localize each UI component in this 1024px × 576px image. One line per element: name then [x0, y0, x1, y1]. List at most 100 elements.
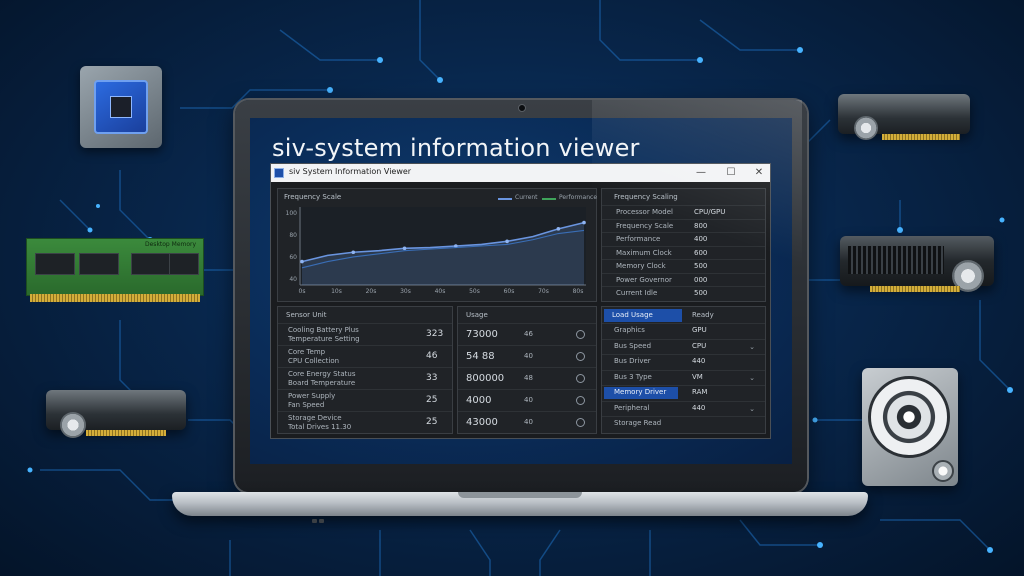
status-circle-icon — [576, 374, 585, 383]
window-titlebar[interactable]: siv System Information Viewer — ☐ ✕ — [271, 164, 770, 182]
usage-value: 800000 — [466, 373, 505, 384]
graphics-card-image — [840, 236, 996, 300]
status-circle-icon — [576, 396, 585, 405]
status-circle-icon — [576, 418, 585, 427]
device-value: 440 — [692, 403, 706, 412]
x-tick-label: 70s — [538, 288, 549, 295]
usage-row[interactable]: 43000 40 — [458, 411, 596, 433]
sensor-value: 46 — [426, 351, 438, 361]
info-label: Maximum Clock — [616, 248, 672, 257]
sensor-sublabel: Temperature Setting — [288, 335, 360, 343]
usage-row[interactable]: 800000 48 — [458, 367, 596, 389]
info-label: Processor Model — [616, 208, 673, 216]
usage-unit: 40 — [524, 418, 533, 426]
data-point — [402, 246, 407, 251]
info-row[interactable]: Processor Model CPU/GPU — [602, 205, 765, 218]
sensor-label: Power Supply — [288, 392, 336, 400]
sensor-row[interactable]: Storage Device Total Drives 11.30 25 — [278, 411, 452, 433]
sensor-panel: Sensor Unit Cooling Battery Plus Temperat… — [277, 306, 453, 434]
chevron-down-icon[interactable]: ⌄ — [749, 343, 755, 351]
info-value: 600 — [694, 248, 708, 257]
sensor-row[interactable]: Core Temp CPU Collection 46 — [278, 345, 452, 367]
device-label: Peripheral — [614, 403, 650, 412]
expansion-card-image — [46, 390, 188, 450]
sensor-row[interactable]: Core Energy Status Board Temperature 33 — [278, 367, 452, 389]
usage-unit: 46 — [524, 330, 533, 338]
device-row[interactable]: Peripheral 440 ⌄ — [602, 400, 765, 416]
device-value: 440 — [692, 357, 706, 365]
sensor-label: Core Energy Status — [288, 370, 356, 378]
sensor-value: 25 — [426, 395, 438, 405]
data-point — [505, 239, 509, 244]
frequency-line-chart: 100 80 60 400s 10s 20s 30s 40s 50s 60s 70s 80s — [286, 207, 586, 295]
info-value: CPU/GPU — [694, 208, 726, 216]
sensor-row[interactable]: Power Supply Fan Speed 25 — [278, 389, 452, 411]
close-button[interactable]: ✕ — [751, 165, 767, 181]
x-tick-label: 60s — [504, 288, 515, 295]
window-title: siv System Information Viewer — [289, 167, 412, 176]
y-tick-label: 100 — [286, 210, 298, 217]
app-window: siv System Information Viewer — ☐ ✕ Freq… — [270, 163, 771, 439]
info-row[interactable]: Memory Clock 500 — [602, 259, 765, 272]
fan-drive-image — [862, 368, 958, 486]
device-value: CPU — [692, 341, 707, 350]
cpu-chip-image — [62, 48, 180, 166]
sensor-sublabel: Total Drives 11.30 — [288, 423, 352, 431]
sensor-sublabel: CPU Collection — [288, 357, 340, 365]
devices-header-left: Load Usage — [612, 311, 653, 319]
device-label: Storage Read — [614, 419, 662, 427]
usage-row[interactable]: 4000 40 — [458, 389, 596, 411]
info-label: Power Governor — [616, 275, 672, 284]
data-point — [300, 259, 304, 264]
usage-row[interactable]: 73000 46 — [458, 323, 596, 345]
device-row[interactable]: Bus Driver 440 — [602, 354, 765, 369]
x-tick-label: 40s — [435, 288, 446, 295]
sensor-value: 25 — [426, 417, 438, 427]
y-tick-label: 60 — [289, 254, 297, 261]
sensor-sublabel: Fan Speed — [288, 401, 325, 409]
status-circle-icon — [576, 330, 585, 339]
device-label: Bus Driver — [614, 357, 651, 365]
device-row[interactable]: Bus 3 Type VM ⌄ — [602, 369, 765, 385]
info-row[interactable]: Frequency Scale 800 — [602, 218, 765, 232]
device-row[interactable]: Storage Read — [602, 416, 765, 431]
device-row[interactable]: Bus Speed CPU ⌄ — [602, 338, 765, 354]
usage-value: 73000 — [466, 329, 498, 340]
device-value: RAM — [692, 388, 708, 396]
x-tick-label: 0s — [299, 288, 306, 295]
sensor-sublabel: Board Temperature — [288, 379, 356, 387]
info-label: Frequency Scale — [616, 221, 674, 230]
info-label: Memory Clock — [616, 262, 666, 270]
usage-title: Usage — [466, 311, 488, 319]
info-value: 500 — [694, 289, 708, 297]
frequency-chart-panel: Frequency Scale Current Performance 100 8… — [277, 188, 597, 302]
x-tick-label: 20s — [366, 288, 377, 295]
usage-row[interactable]: 54 88 40 — [458, 345, 596, 367]
minimize-button[interactable]: — — [693, 165, 709, 181]
device-row[interactable]: Graphics GPU — [602, 323, 765, 338]
info-value: 000 — [694, 275, 708, 284]
device-value: GPU — [692, 326, 707, 334]
info-row[interactable]: Maximum Clock 600 — [602, 245, 765, 259]
maximize-button[interactable]: ☐ — [723, 165, 739, 181]
sensor-row[interactable]: Cooling Battery Plus Temperature Setting 3… — [278, 323, 452, 345]
webcam — [518, 104, 526, 112]
sensor-label: Cooling Battery Plus — [288, 326, 359, 334]
info-value: 400 — [694, 235, 708, 243]
info-label: Current Idle — [616, 289, 658, 297]
info-row[interactable]: Current Idle 500 — [602, 286, 765, 299]
usage-unit: 40 — [524, 352, 533, 360]
info-row[interactable]: Power Governor 000 — [602, 272, 765, 286]
sensor-label: Storage Device — [288, 414, 342, 422]
sensor-value: 33 — [426, 373, 438, 383]
app-icon — [274, 168, 284, 178]
info-row[interactable]: Performance 400 — [602, 232, 765, 245]
x-tick-label: 50s — [469, 288, 480, 295]
info-label: Performance — [616, 235, 661, 243]
chevron-down-icon[interactable]: ⌄ — [749, 374, 755, 382]
device-row[interactable]: Memory Driver RAM — [602, 385, 765, 400]
usage-value: 4000 — [466, 395, 492, 406]
device-label: Graphics — [614, 326, 645, 334]
chevron-down-icon[interactable]: ⌄ — [749, 405, 755, 413]
device-label: Bus Speed — [614, 341, 652, 350]
